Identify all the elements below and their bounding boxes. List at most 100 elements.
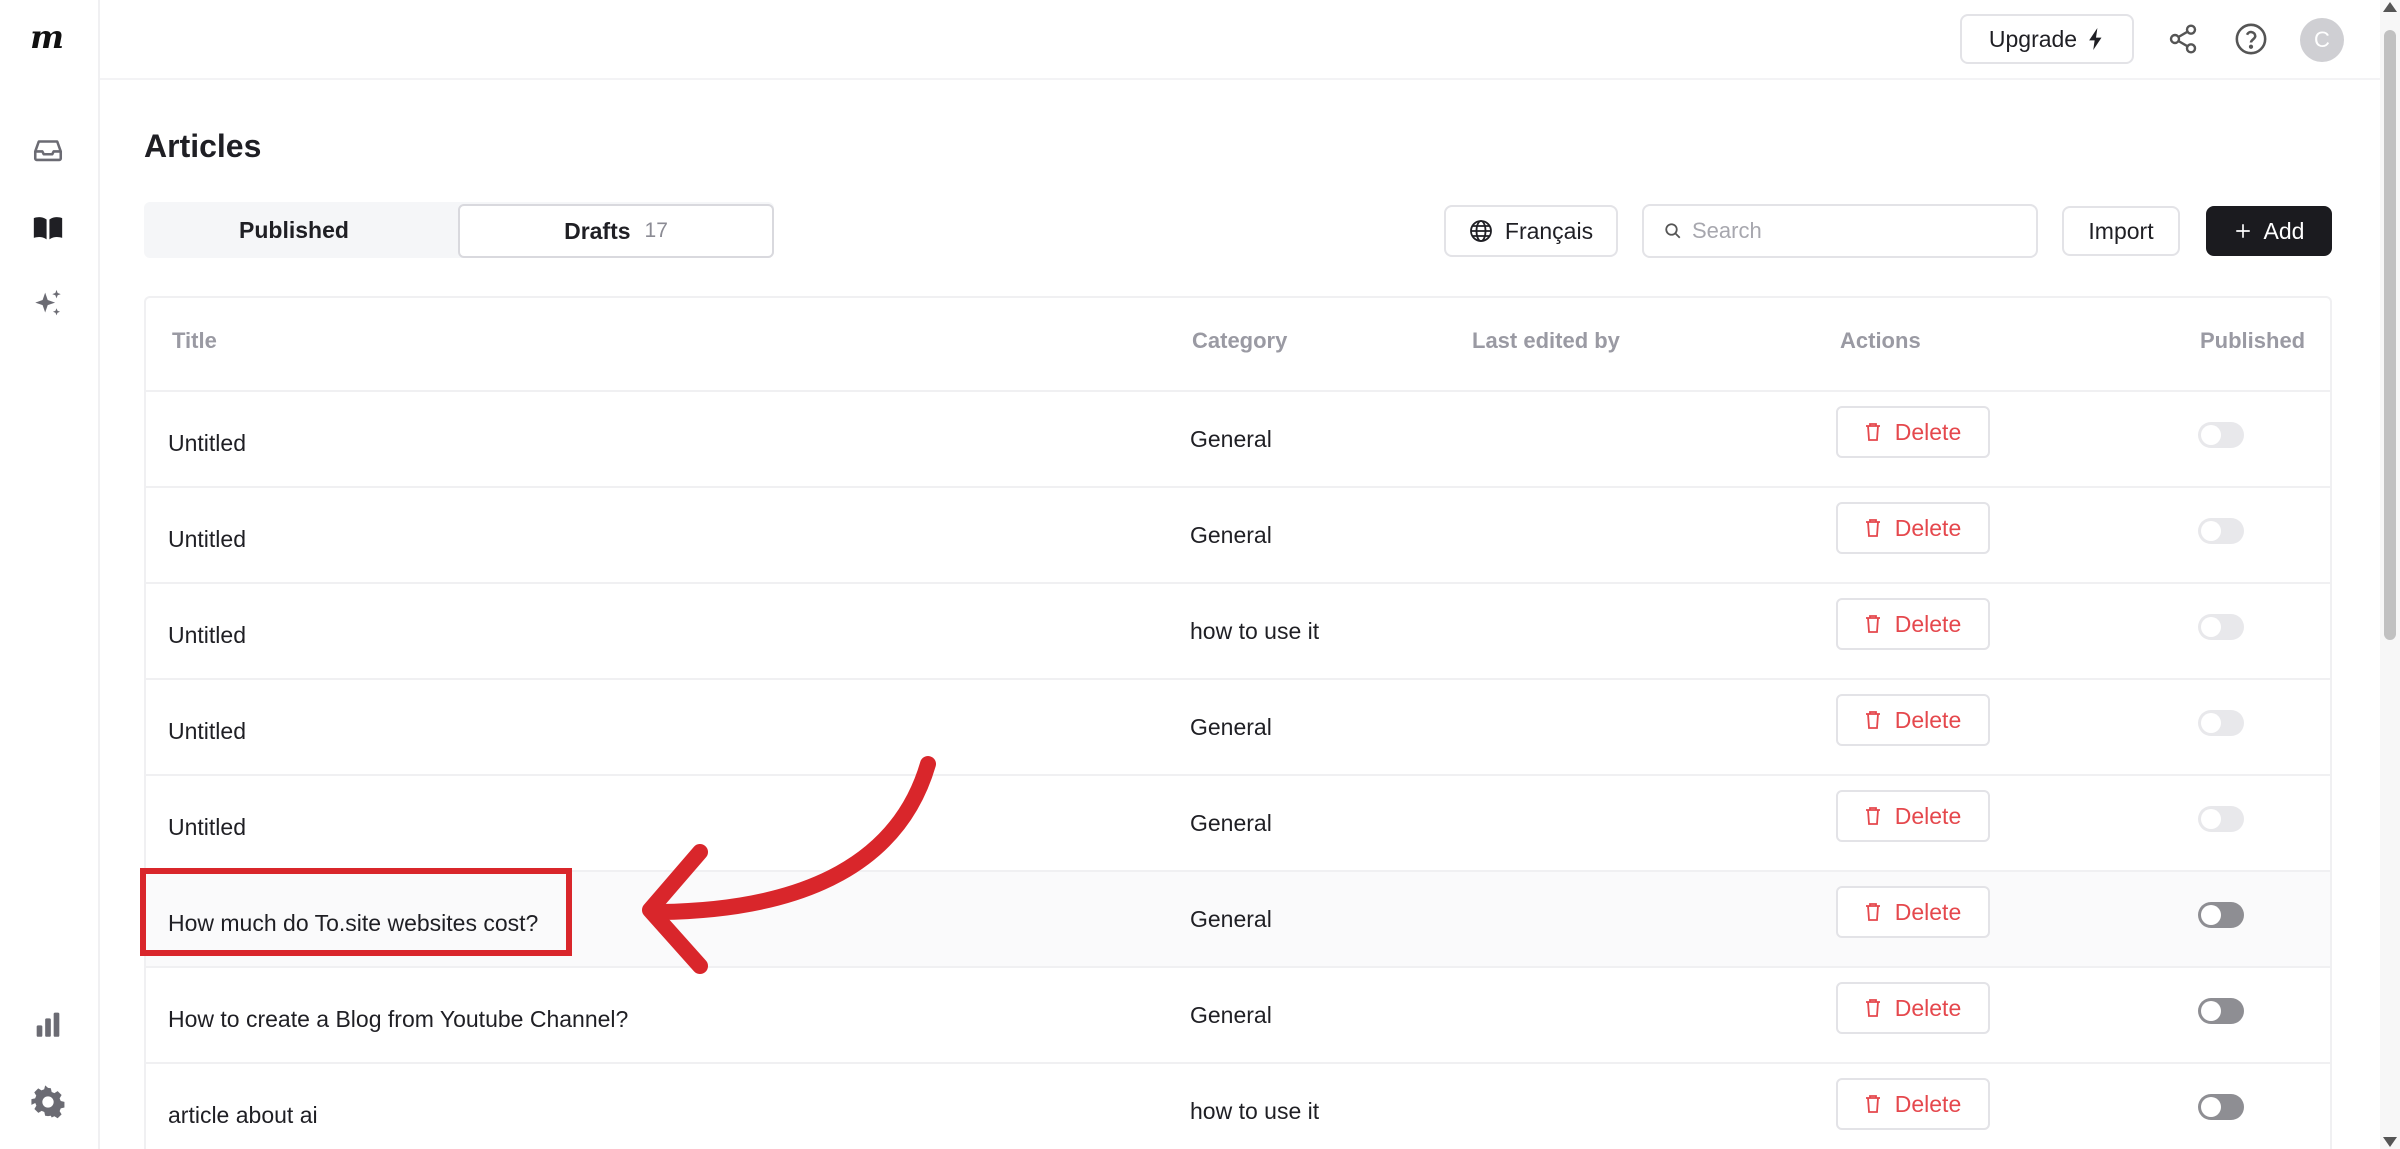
trash-icon bbox=[1865, 711, 1880, 729]
published-toggle[interactable] bbox=[2198, 806, 2244, 832]
drafts-count-badge: 17 bbox=[644, 219, 668, 242]
column-header-title: Title bbox=[172, 328, 217, 353]
article-title[interactable]: Untitled bbox=[168, 814, 246, 841]
search-icon bbox=[1665, 223, 1681, 239]
annotation-arrow-icon bbox=[642, 756, 936, 974]
trash-icon bbox=[1865, 1095, 1880, 1113]
upgrade-button[interactable]: Upgrade bbox=[1960, 14, 2134, 64]
delete-button[interactable]: Delete bbox=[1836, 598, 1990, 650]
trash-icon bbox=[1865, 999, 1880, 1017]
sidebar-item-articles[interactable] bbox=[26, 206, 70, 250]
article-title[interactable]: Untitled bbox=[168, 622, 246, 649]
search-input[interactable] bbox=[1692, 218, 2022, 244]
article-title[interactable]: Untitled bbox=[168, 718, 246, 745]
article-category: General bbox=[1190, 426, 1272, 452]
search-box[interactable] bbox=[1642, 204, 2038, 258]
delete-button[interactable]: Delete bbox=[1836, 982, 1990, 1034]
article-title[interactable]: How to create a Blog from Youtube Channe… bbox=[168, 1006, 628, 1033]
sidebar: m bbox=[0, 0, 100, 1149]
article-category: General bbox=[1190, 810, 1272, 836]
article-title[interactable]: article about ai bbox=[168, 1102, 318, 1129]
bar-chart-icon bbox=[36, 1012, 60, 1037]
help-icon bbox=[2235, 23, 2267, 55]
trash-icon bbox=[1865, 615, 1880, 633]
delete-button[interactable]: Delete bbox=[1836, 502, 1990, 554]
tab-drafts-label: Drafts bbox=[564, 217, 631, 244]
published-toggle[interactable] bbox=[2198, 614, 2244, 640]
app-logo[interactable]: m bbox=[26, 16, 68, 58]
sidebar-item-analytics[interactable] bbox=[26, 1002, 70, 1046]
delete-button[interactable]: Delete bbox=[1836, 886, 1990, 938]
tab-drafts[interactable]: Drafts 17 bbox=[458, 204, 774, 258]
book-open-icon bbox=[33, 217, 63, 240]
trash-icon bbox=[1865, 519, 1880, 537]
delete-button[interactable]: Delete bbox=[1836, 790, 1990, 842]
upgrade-label: Upgrade bbox=[1988, 25, 2078, 52]
published-toggle[interactable] bbox=[2198, 902, 2244, 928]
sidebar-item-settings[interactable] bbox=[26, 1080, 70, 1124]
delete-label: Delete bbox=[1894, 994, 1962, 1021]
delete-label: Delete bbox=[1894, 418, 1962, 445]
delete-label: Delete bbox=[1894, 706, 1962, 733]
published-toggle[interactable] bbox=[2198, 518, 2244, 544]
globe-icon bbox=[1469, 220, 1492, 242]
table-row[interactable]: Untitled how to use it Delete bbox=[146, 582, 2330, 678]
published-toggle[interactable] bbox=[2198, 710, 2244, 736]
article-category: General bbox=[1190, 522, 1272, 548]
toggle-knob bbox=[2201, 425, 2221, 445]
toggle-knob bbox=[2201, 713, 2221, 733]
article-category: General bbox=[1190, 1002, 1272, 1028]
table-row[interactable]: Untitled General Delete bbox=[146, 486, 2330, 582]
toggle-knob bbox=[2201, 1097, 2221, 1117]
table-row[interactable]: Untitled General Delete bbox=[146, 678, 2330, 774]
delete-label: Delete bbox=[1894, 514, 1962, 541]
trash-icon bbox=[1865, 807, 1880, 825]
column-header-category: Category bbox=[1192, 328, 1288, 353]
table-row[interactable]: How to create a Blog from Youtube Channe… bbox=[146, 966, 2330, 1062]
toggle-knob bbox=[2201, 617, 2221, 637]
delete-label: Delete bbox=[1894, 1090, 1962, 1117]
plus-icon bbox=[2235, 224, 2250, 238]
language-label: Français bbox=[1504, 217, 1594, 244]
language-selector[interactable]: Français bbox=[1444, 205, 1618, 257]
trash-icon bbox=[1865, 903, 1880, 921]
page-scrollbar[interactable] bbox=[2380, 0, 2400, 1149]
scroll-up-arrow-icon[interactable] bbox=[2383, 2, 2397, 12]
scroll-down-arrow-icon[interactable] bbox=[2383, 1137, 2397, 1147]
delete-button[interactable]: Delete bbox=[1836, 694, 1990, 746]
article-category: General bbox=[1190, 714, 1272, 740]
published-toggle[interactable] bbox=[2198, 1094, 2244, 1120]
status-tabs: Published Drafts 17 bbox=[144, 202, 774, 258]
annotation-highlight-box bbox=[140, 868, 572, 956]
help-button[interactable] bbox=[2230, 18, 2272, 60]
add-button[interactable]: Add bbox=[2206, 206, 2332, 256]
table-row[interactable]: article about ai how to use it Delete bbox=[146, 1062, 2330, 1149]
toggle-knob bbox=[2201, 809, 2221, 829]
table-row[interactable]: Untitled General Delete bbox=[146, 774, 2330, 870]
article-title[interactable]: Untitled bbox=[168, 430, 246, 457]
toggle-knob bbox=[2201, 521, 2221, 541]
add-label: Add bbox=[2263, 217, 2305, 244]
share-button[interactable] bbox=[2162, 18, 2204, 60]
sparkles-icon bbox=[35, 289, 61, 316]
delete-button[interactable]: Delete bbox=[1836, 1078, 1990, 1130]
column-header-published: Published bbox=[2200, 328, 2306, 353]
article-title[interactable]: Untitled bbox=[168, 526, 246, 553]
page-title: Articles bbox=[144, 128, 262, 164]
delete-label: Delete bbox=[1894, 898, 1962, 925]
tab-published[interactable]: Published bbox=[144, 202, 444, 258]
published-toggle[interactable] bbox=[2198, 422, 2244, 448]
toggle-knob bbox=[2201, 1001, 2221, 1021]
delete-label: Delete bbox=[1894, 610, 1962, 637]
import-button[interactable]: Import bbox=[2062, 206, 2180, 256]
sidebar-item-ai[interactable] bbox=[26, 282, 70, 326]
sidebar-item-inbox[interactable] bbox=[26, 128, 70, 172]
table-row[interactable]: Untitled General Delete bbox=[146, 390, 2330, 486]
user-avatar[interactable]: C bbox=[2300, 18, 2344, 62]
scroll-thumb[interactable] bbox=[2384, 30, 2396, 640]
delete-button[interactable]: Delete bbox=[1836, 406, 1990, 458]
trash-icon bbox=[1865, 423, 1880, 441]
published-toggle[interactable] bbox=[2198, 998, 2244, 1024]
toggle-knob bbox=[2201, 905, 2221, 925]
delete-label: Delete bbox=[1894, 802, 1962, 829]
